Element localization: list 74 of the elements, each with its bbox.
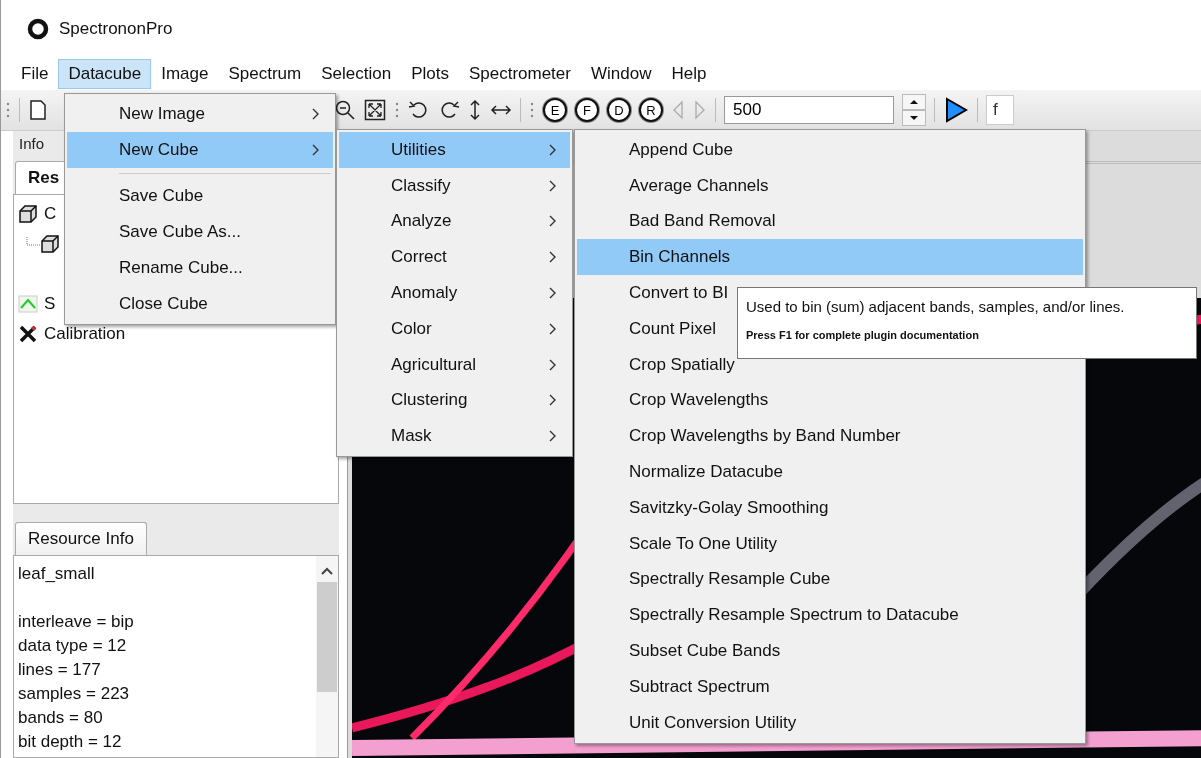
menu-item[interactable]: New Image <box>67 96 333 132</box>
menu-item[interactable]: Anomaly <box>339 275 570 311</box>
zoom-out-icon[interactable] <box>334 99 356 121</box>
tab[interactable]: Resource Info <box>15 522 147 555</box>
menu-item[interactable]: Unit Conversion Utility <box>577 704 1083 741</box>
spin-arrows-icon[interactable] <box>902 94 926 126</box>
tree-item[interactable]: S <box>44 294 56 314</box>
tooltip-hint: Press F1 for complete plugin documentation <box>746 329 980 341</box>
toolbar-grip-icon <box>5 100 11 120</box>
menu-item[interactable]: Color <box>339 311 570 347</box>
menu-item[interactable]: Image <box>151 59 219 89</box>
menu-item[interactable]: Utilities <box>339 132 570 168</box>
tree-item[interactable]: C <box>44 204 57 224</box>
band-button[interactable]: D <box>607 98 631 122</box>
menu-item[interactable]: Close Cube <box>67 286 333 322</box>
app-logo-icon <box>27 18 49 40</box>
menu-item[interactable]: Window <box>580 59 662 89</box>
menu-item[interactable]: Bin Channels <box>577 239 1083 276</box>
band-button[interactable]: F <box>575 98 599 122</box>
menu-item[interactable]: Append Cube <box>577 132 1083 168</box>
menu-item[interactable]: Spectrum <box>218 59 312 89</box>
horizontal-arrows-icon[interactable] <box>490 103 512 117</box>
menu-item[interactable]: Average Channels <box>577 167 1083 204</box>
vertical-arrows-icon[interactable] <box>468 99 482 121</box>
band-spin-field[interactable]: 500 <box>724 96 894 124</box>
menu-item[interactable]: Crop Wavelengths <box>577 382 1083 419</box>
menu-item[interactable]: Clustering <box>339 382 570 419</box>
fit-to-window-icon[interactable] <box>364 99 386 121</box>
document-icon[interactable] <box>28 99 48 121</box>
band-button[interactable]: R <box>639 98 663 122</box>
toolbar-grip-icon <box>394 100 400 120</box>
menu-item[interactable]: Spectrometer <box>458 59 581 89</box>
cube-icon <box>18 204 38 224</box>
menu-item[interactable]: Bad Band Removal <box>577 203 1083 240</box>
menu-item[interactable]: Subset Cube Bands <box>577 633 1083 669</box>
info-line: bands = 80 <box>18 707 104 729</box>
toolbar-field[interactable]: f <box>986 95 1014 125</box>
menu-item[interactable]: Datacube <box>58 59 152 89</box>
menu-item[interactable]: Save Cube As... <box>67 214 333 251</box>
play-icon[interactable] <box>943 97 969 123</box>
menu-item[interactable]: Analyze <box>339 203 570 240</box>
menu-item[interactable]: Selection <box>311 59 402 89</box>
info-line: interleave = bip <box>18 611 135 633</box>
menu-item[interactable]: Agricultural <box>339 346 570 383</box>
menu-item[interactable]: Correct <box>339 239 570 276</box>
menu-item[interactable]: Scale To One Utility <box>577 525 1083 562</box>
info-line: samples = 223 <box>18 683 131 705</box>
tree-item[interactable]: Calibration <box>44 324 126 344</box>
menu-item[interactable]: Plots <box>401 59 459 89</box>
scrollbar-thumb[interactable] <box>317 582 337 692</box>
menu-item[interactable]: Normalize Datacube <box>577 454 1083 490</box>
cube-icon <box>40 234 60 254</box>
tools-icon <box>18 324 38 344</box>
info-line: data type = 12 <box>18 635 128 657</box>
panel-title: Info <box>18 134 46 154</box>
menu-item[interactable]: Classify <box>339 167 570 204</box>
menu-item[interactable]: Spectrally Resample Cube <box>577 561 1083 598</box>
menu-item[interactable]: New Cube <box>67 131 333 168</box>
toolbar-grip-icon <box>529 100 535 120</box>
info-title: leaf_small <box>18 563 96 585</box>
menu-item[interactable]: Rename Cube... <box>67 250 333 286</box>
band-button[interactable]: E <box>543 98 567 122</box>
menu-item[interactable]: Savitzky-Golay Smoothing <box>577 489 1083 526</box>
menu-item[interactable]: File <box>11 59 59 89</box>
window-title: SpectrononPro <box>59 19 173 39</box>
menu-item[interactable]: Mask <box>339 418 570 455</box>
spectrum-icon <box>18 294 38 314</box>
menu-item[interactable]: Help <box>661 59 717 89</box>
info-line: lines = 177 <box>18 659 102 681</box>
menu-item[interactable]: Subtract Spectrum <box>577 668 1083 705</box>
info-line: bit depth = 12 <box>18 731 123 753</box>
menu-item[interactable]: Spectrally Resample Spectrum to Datacube <box>577 597 1083 634</box>
menu-item[interactable]: Crop Wavelengths by Band Number <box>577 418 1083 455</box>
tooltip-text: Used to bin (sum) adjacent bands, samples, and/or lines. <box>746 298 1126 315</box>
